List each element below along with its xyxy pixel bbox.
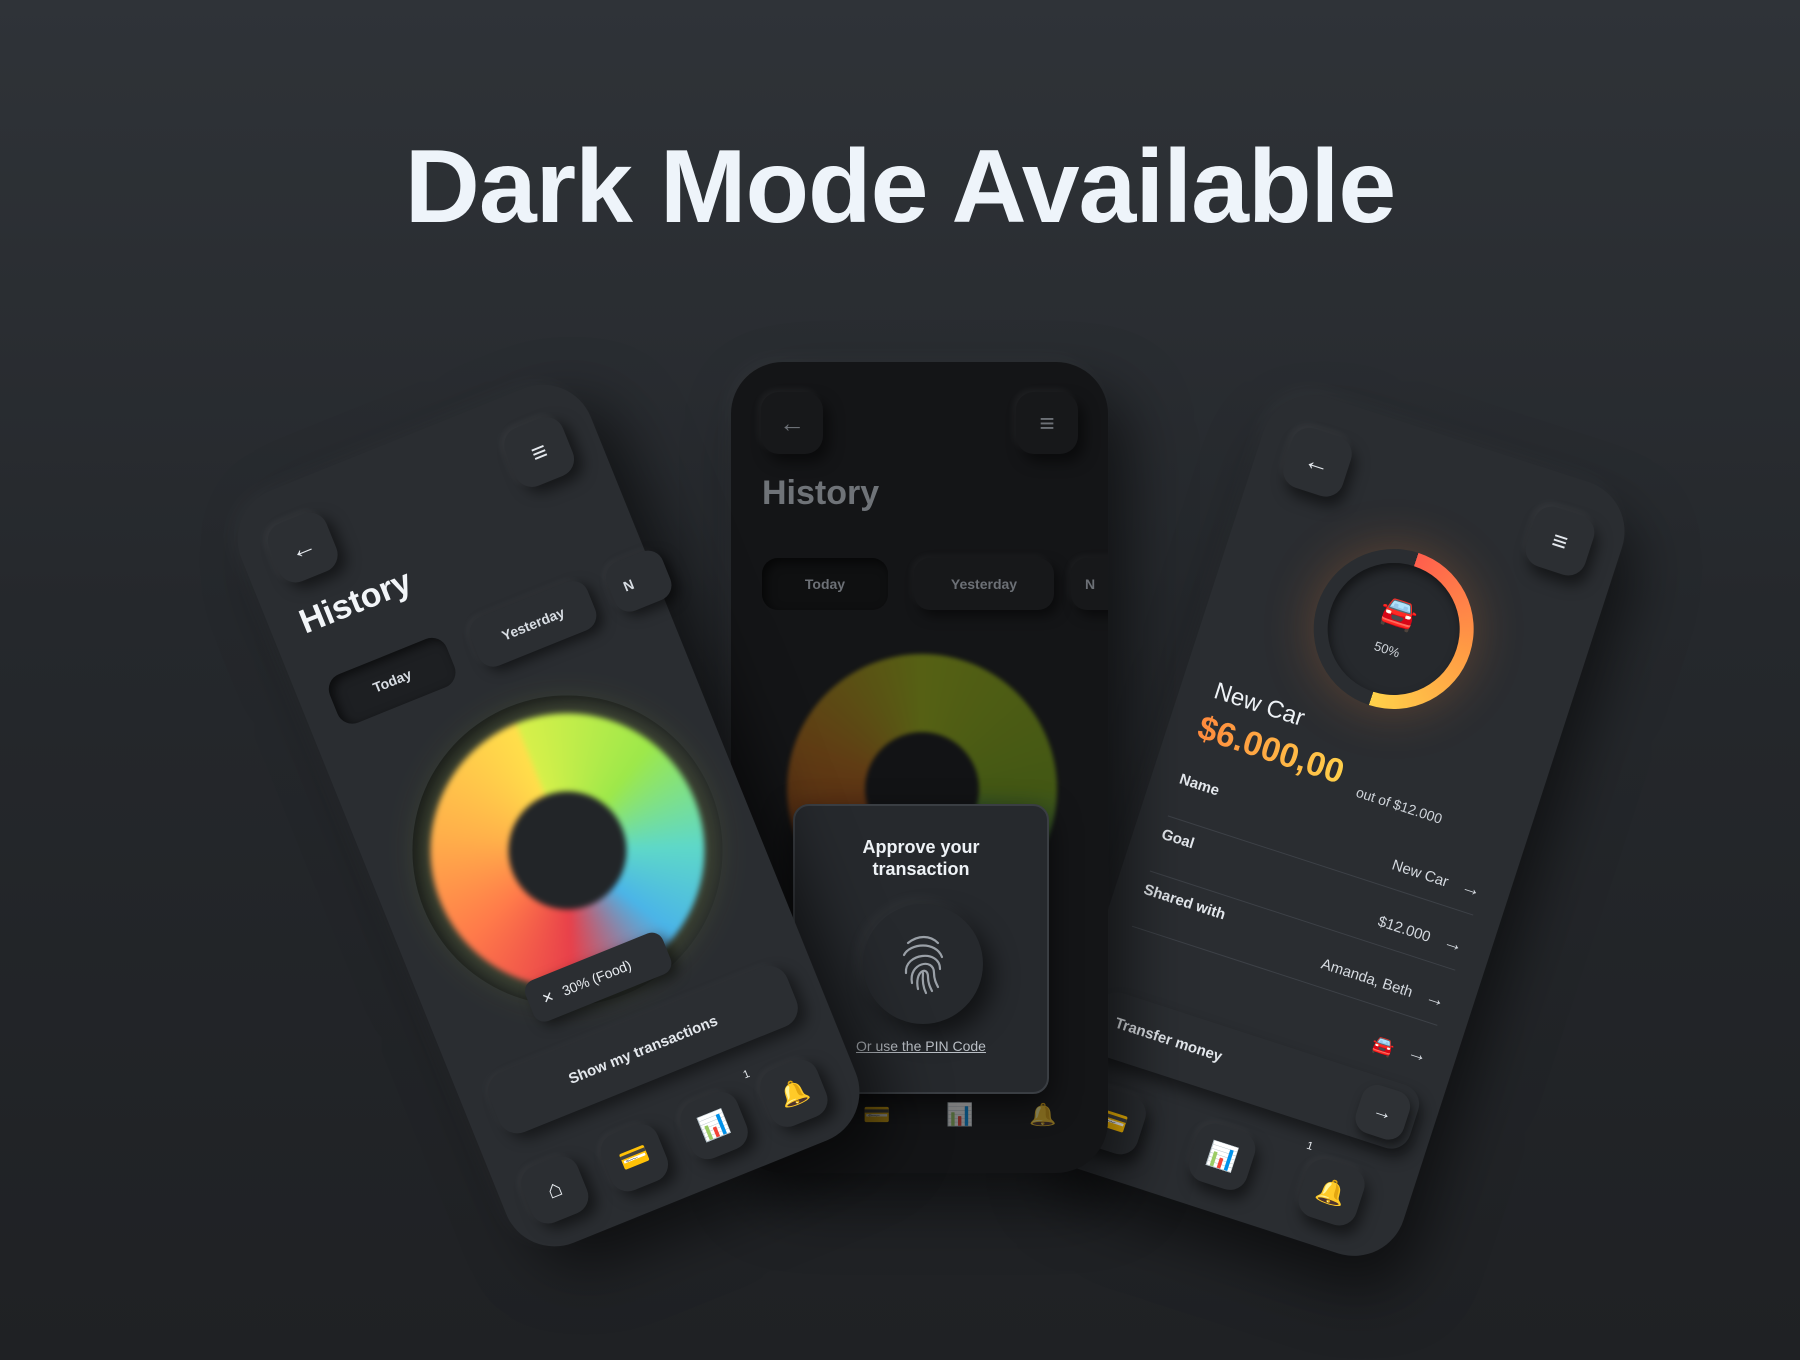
tab-today[interactable]: Today	[762, 558, 888, 610]
nav-cards[interactable]: 💳	[863, 1102, 890, 1128]
bell-icon: 🔔	[775, 1075, 813, 1112]
nav-stats[interactable]: 📊	[675, 1086, 754, 1165]
tab-label: Today	[804, 576, 846, 592]
row-value: $12.000	[1375, 912, 1433, 946]
fingerprint-icon	[902, 935, 944, 995]
menu-button[interactable]: ≡	[498, 411, 580, 493]
button-label: Show my transactions	[566, 1011, 721, 1088]
back-button[interactable]: ←	[262, 507, 344, 588]
tab-label: Yesterday	[499, 604, 567, 644]
arrow-left-icon: ←	[284, 528, 321, 566]
arrow-left-icon: ←	[1300, 443, 1335, 481]
menu-button[interactable]: ≡	[1016, 392, 1078, 454]
row-label: Goal	[1159, 825, 1197, 853]
tab-label: Yesterday	[950, 576, 1018, 592]
fingerprint-button[interactable]	[863, 904, 983, 1024]
chart-icon: 📊	[695, 1107, 734, 1144]
tab-label: N	[620, 575, 637, 595]
hamburger-menu-icon: ≡	[526, 434, 552, 469]
goal-progress-ring: 🚘 50%	[1292, 528, 1495, 730]
page-title: History	[762, 474, 880, 512]
tab-next[interactable]: N	[1071, 558, 1108, 610]
tab-today[interactable]: Today	[323, 633, 461, 729]
arrow-right-icon: →	[1458, 875, 1485, 903]
nav-cards[interactable]: 💳	[595, 1118, 674, 1197]
arrow-right-icon: →	[1404, 1040, 1431, 1068]
arrow-right-icon: →	[1440, 930, 1467, 958]
credit-card-icon: 💳	[863, 1102, 891, 1127]
chart-icon: 📊	[1203, 1139, 1241, 1175]
menu-button[interactable]: ≡	[1520, 502, 1600, 581]
hamburger-menu-icon: ≡	[1548, 523, 1572, 558]
bell-icon: 🔔	[1313, 1174, 1350, 1210]
notification-count: 1	[1304, 1139, 1315, 1154]
hamburger-menu-icon: ≡	[1039, 407, 1055, 438]
nav-notifications[interactable]: 🔔	[1029, 1102, 1056, 1128]
nav-stats[interactable]: 📊	[1184, 1119, 1260, 1195]
dialog-title: Approve your transaction	[862, 837, 980, 879]
credit-card-icon: 💳	[615, 1139, 654, 1176]
fork-knife-icon: ✕	[539, 987, 557, 1007]
tab-yesterday[interactable]: Yesterday	[914, 558, 1054, 610]
car-icon: 🚘	[1369, 1033, 1397, 1060]
tab-yesterday[interactable]: Yesterday	[464, 576, 602, 672]
transfer-money-label: Transfer money	[1112, 1014, 1225, 1066]
back-button[interactable]: ←	[761, 392, 823, 454]
bell-icon: 🔔	[1029, 1102, 1057, 1127]
row-value: New Car	[1389, 856, 1451, 891]
tab-next[interactable]: N	[601, 545, 677, 617]
arrow-right-icon: →	[1351, 1080, 1415, 1144]
nav-notifications[interactable]: 🔔	[1293, 1154, 1370, 1231]
headline: Dark Mode Available	[404, 129, 1397, 245]
tab-label: N	[1085, 576, 1096, 592]
arrow-right-icon: →	[1422, 985, 1449, 1013]
nav-stats[interactable]: 📊	[946, 1102, 973, 1128]
nav-home[interactable]: ⌂	[515, 1150, 594, 1229]
home-icon: ⌂	[542, 1174, 567, 1205]
back-button[interactable]: ←	[1278, 423, 1357, 502]
row-label: Name	[1177, 770, 1222, 800]
chart-icon: 📊	[946, 1102, 974, 1127]
arrow-left-icon: ←	[779, 407, 805, 438]
nav-notifications[interactable]: 🔔	[754, 1054, 833, 1133]
notification-count: 1	[741, 1067, 752, 1082]
tab-label: Today	[370, 665, 414, 696]
phone-savings-goal: ← ≡ 🚘 50% New Car $6.000,00 out of $12.0…	[1028, 381, 1639, 1270]
